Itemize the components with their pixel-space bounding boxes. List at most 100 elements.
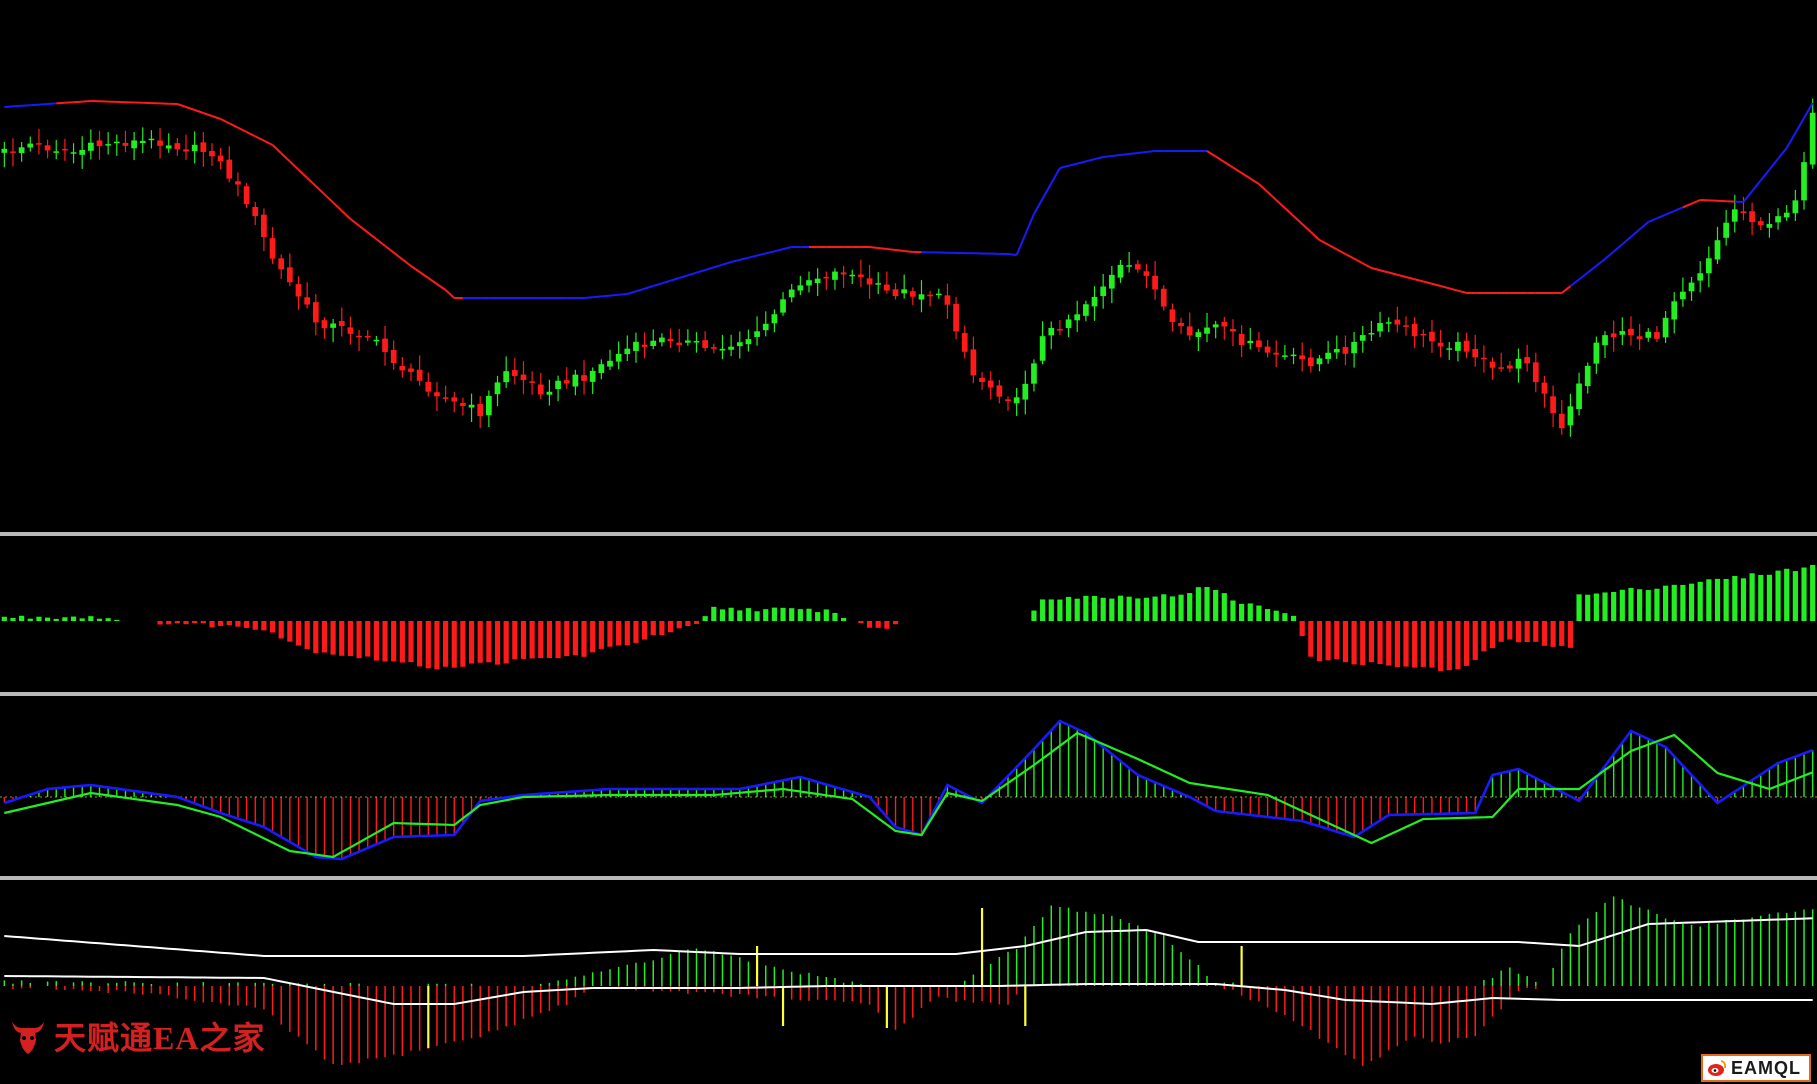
candle-body <box>1212 324 1219 328</box>
indicator-1-bar <box>598 621 604 649</box>
moving-average-segment <box>73 100 83 104</box>
candle-body <box>1619 331 1626 335</box>
moving-average-segment <box>904 250 913 253</box>
indicator-1-bar <box>1083 595 1089 621</box>
indicator-1-bar <box>892 621 899 625</box>
candle-body <box>1472 348 1479 358</box>
indicator-1-bar <box>373 621 379 661</box>
indicator-1-bar <box>1749 573 1755 621</box>
candle-body <box>295 284 302 297</box>
candle-body <box>1775 216 1781 223</box>
indicator-1-bar <box>884 621 890 629</box>
indicator-1-bar <box>10 617 16 621</box>
indicator-1-bar <box>365 621 371 657</box>
indicator-1-bar <box>702 616 708 621</box>
candle-body <box>511 370 518 376</box>
candle-body <box>1074 314 1081 321</box>
indicator-1-bar <box>79 618 85 621</box>
candle-body <box>278 258 285 270</box>
indicator-1-bar <box>1602 592 1608 621</box>
candle-body <box>1005 399 1011 402</box>
indicator-1-bar <box>1135 598 1141 621</box>
candle-body <box>1307 357 1314 367</box>
indicator-1-bar <box>728 607 734 621</box>
indicator-1-bar <box>1792 571 1798 621</box>
indicator-1-bar <box>1463 621 1470 666</box>
moving-average-segment <box>30 103 40 107</box>
candle-body <box>1134 264 1141 270</box>
candle-body <box>122 142 129 146</box>
candle-body <box>1368 333 1375 335</box>
indicator-1-bar <box>1282 613 1288 621</box>
candle-body <box>442 397 449 399</box>
indicator-1-bar <box>1117 595 1124 621</box>
candle-body <box>1429 331 1435 342</box>
indicator-1-bar <box>1455 621 1461 670</box>
candle-body <box>884 284 890 291</box>
candle-body <box>1662 317 1669 338</box>
candle-body <box>1705 258 1712 274</box>
indicator-1-bar <box>391 621 397 662</box>
indicator-1-bar <box>192 621 198 624</box>
candle-body <box>1333 349 1340 353</box>
indicator-1-bar <box>1412 621 1418 668</box>
candle-body <box>823 276 830 279</box>
candle-body <box>1437 342 1444 347</box>
indicator-1-bar <box>1264 609 1271 621</box>
bull-head-icon <box>12 1022 44 1054</box>
indicator-1-bar <box>1481 621 1487 652</box>
indicator-1-bar <box>1221 593 1227 621</box>
indicator-1-bar <box>1178 594 1184 621</box>
candle-body <box>1013 397 1020 404</box>
moving-average-segment <box>592 295 602 299</box>
chart-background <box>0 0 1817 1084</box>
indicator-1-bar <box>44 617 51 621</box>
indicator-1-bar <box>1239 603 1245 621</box>
indicator-1-bar <box>1723 578 1729 621</box>
indicator-1-bar <box>1204 586 1210 621</box>
candle-body <box>1671 301 1678 320</box>
moving-average-segment <box>4 105 14 108</box>
candle-body <box>269 238 276 259</box>
candle-body <box>1247 340 1254 344</box>
candle-body <box>96 140 103 147</box>
candle-body <box>1394 319 1401 325</box>
candle-body <box>1680 291 1686 300</box>
candle-body <box>1766 224 1773 228</box>
indicator-1-bar <box>53 618 59 621</box>
candle-body <box>1178 322 1184 327</box>
indicator-1-bar <box>1299 621 1305 637</box>
candle-body <box>797 285 804 291</box>
moving-average-segment <box>38 103 48 106</box>
indicator-1-bar <box>1611 591 1617 621</box>
candle-body <box>1160 288 1167 307</box>
indicator-1-bar <box>1187 593 1193 621</box>
indicator-1-bar <box>174 621 180 624</box>
candle-body <box>1801 162 1807 201</box>
indicator-1-bar <box>494 621 501 665</box>
indicator-1-bar <box>1541 621 1548 646</box>
candle-body <box>434 392 440 397</box>
candle-body <box>321 320 328 329</box>
candle-body <box>987 380 994 388</box>
candle-body <box>36 143 42 145</box>
indicator-1-bar <box>719 609 726 621</box>
candle-body <box>1152 275 1158 290</box>
candle-body <box>1290 354 1297 357</box>
indicator-1-bar <box>1351 621 1357 665</box>
candle-body <box>702 340 709 348</box>
indicator-1-bar <box>1368 621 1374 663</box>
indicator-1-bar <box>269 621 276 633</box>
candle-body <box>460 403 466 406</box>
candle-body <box>139 140 146 144</box>
indicator-1-bar <box>295 621 302 646</box>
candle-body <box>520 374 527 381</box>
candle-body <box>1143 271 1150 276</box>
candle-body <box>788 289 795 298</box>
indicator-1-bar <box>1247 603 1253 621</box>
indicator-1-bar <box>408 621 414 663</box>
candle-body <box>1481 357 1487 360</box>
candle-body <box>1083 304 1089 316</box>
indicator-1-bar <box>486 621 492 663</box>
candle-body <box>918 294 925 300</box>
